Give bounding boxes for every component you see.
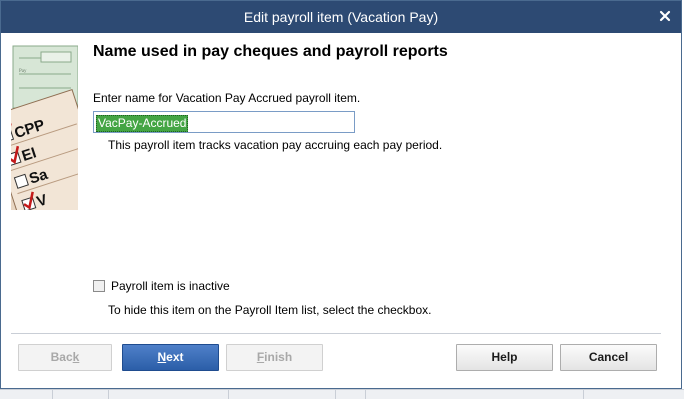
edit-payroll-item-dialog: Edit payroll item (Vacation Pay) Pay CPP… bbox=[0, 0, 682, 389]
background-window-strip bbox=[0, 389, 684, 399]
name-prompt-label: Enter name for Vacation Pay Accrued payr… bbox=[93, 91, 361, 105]
button-divider bbox=[11, 333, 661, 334]
svg-text:Pay: Pay bbox=[19, 69, 27, 74]
title-bar[interactable]: Edit payroll item (Vacation Pay) bbox=[1, 1, 681, 33]
inactive-help-text: To hide this item on the Payroll Item li… bbox=[108, 303, 432, 317]
item-name-value: VacPay-Accrued bbox=[96, 115, 189, 132]
payroll-checklist-illustration: Pay CPP EI Sa V bbox=[11, 44, 78, 210]
window-title: Edit payroll item (Vacation Pay) bbox=[243, 9, 439, 25]
finish-button[interactable]: Finish bbox=[226, 344, 323, 371]
help-button[interactable]: Help bbox=[456, 344, 553, 371]
back-button[interactable]: Back bbox=[18, 344, 112, 371]
item-description-text: This payroll item tracks vacation pay ac… bbox=[108, 138, 443, 152]
inactive-checkbox-label[interactable]: Payroll item is inactive bbox=[111, 279, 230, 293]
close-icon[interactable] bbox=[657, 8, 673, 24]
cancel-button[interactable]: Cancel bbox=[560, 344, 657, 371]
inactive-checkbox[interactable] bbox=[93, 280, 105, 292]
page-heading: Name used in pay cheques and payroll rep… bbox=[93, 43, 448, 60]
item-name-input[interactable]: VacPay-Accrued bbox=[93, 111, 355, 133]
next-button[interactable]: Next bbox=[122, 344, 219, 371]
